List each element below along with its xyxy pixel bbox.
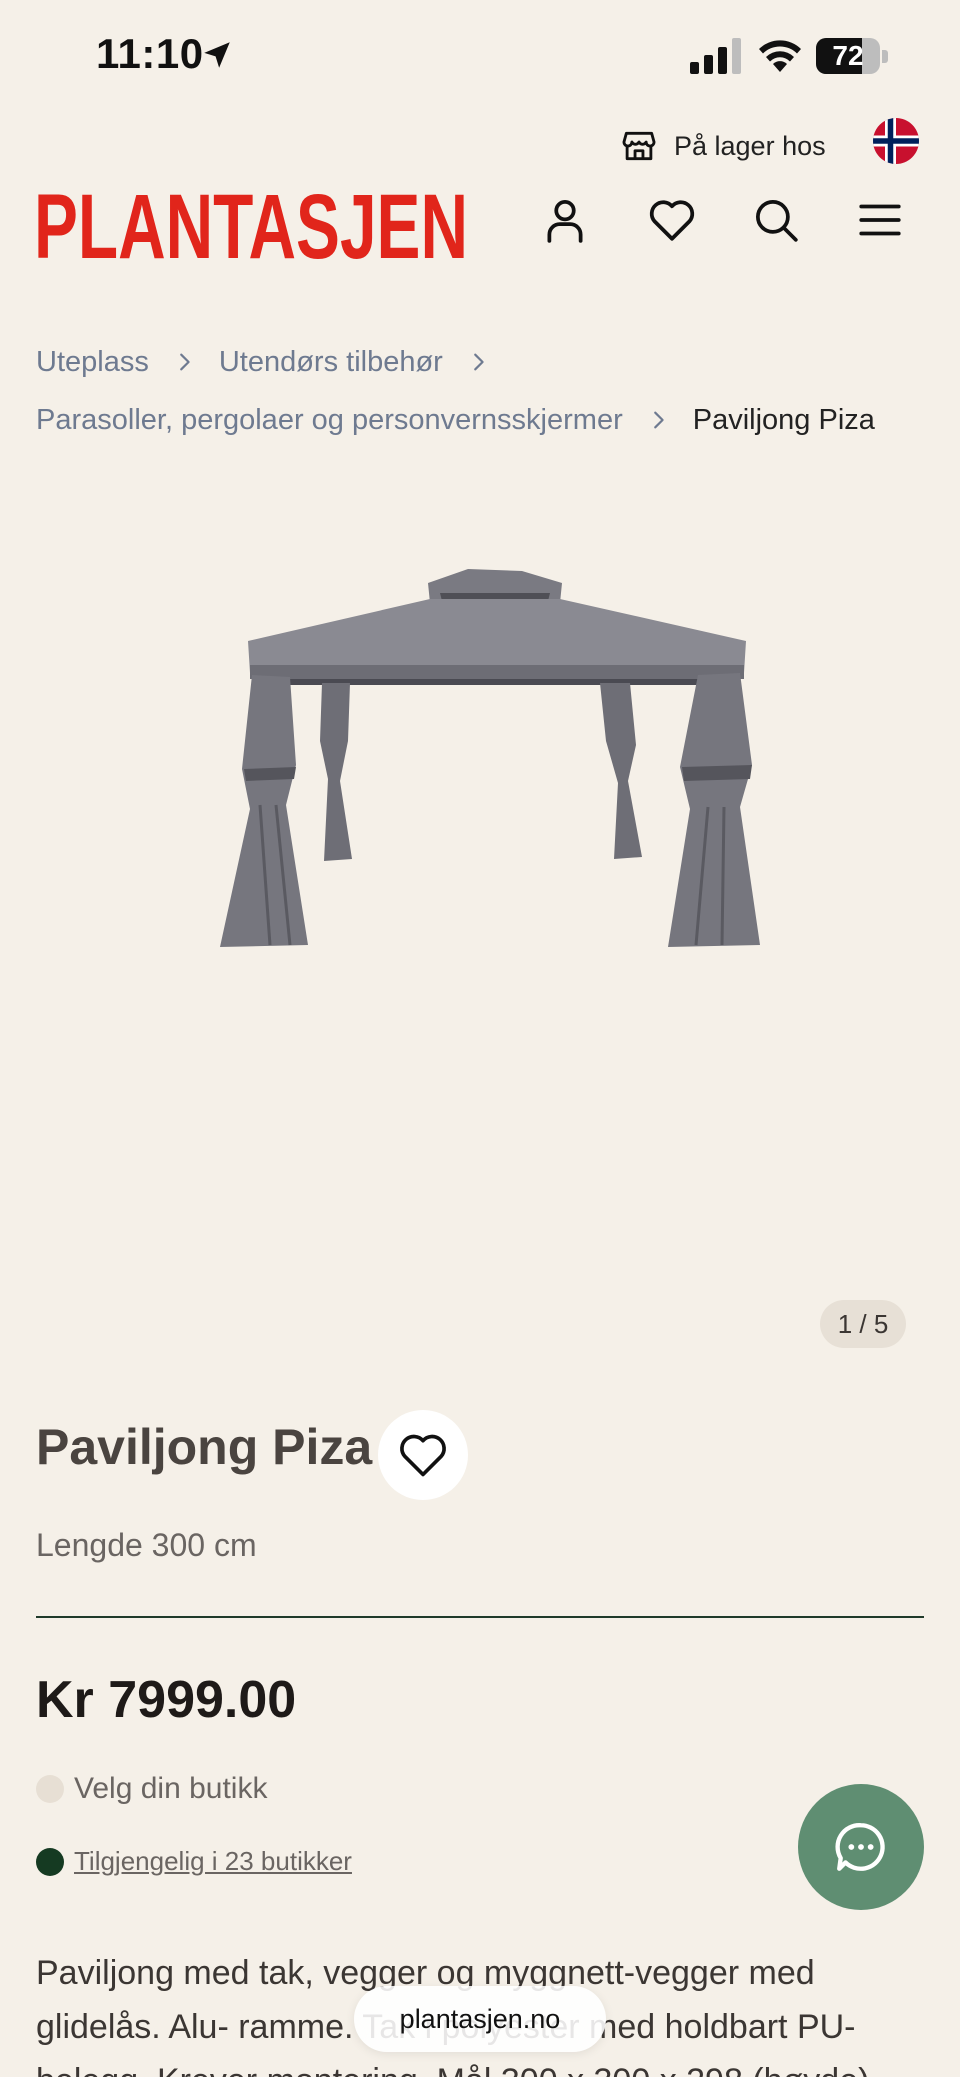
availability-dot: [36, 1847, 64, 1876]
add-to-favorites-button[interactable]: [378, 1410, 468, 1500]
logo-text: PLANTASJEN: [34, 178, 468, 264]
favorites-button[interactable]: [647, 195, 697, 245]
store-link-label: På lager hos: [674, 130, 826, 161]
search-button[interactable]: [751, 195, 801, 245]
product-title: Paviljong Piza: [36, 1419, 373, 1475]
image-counter: 1 / 5: [820, 1300, 906, 1348]
heart-icon: [400, 1434, 446, 1477]
browser-url-bar[interactable]: plantasjen.no: [354, 1986, 606, 2052]
availability-row: Tilgjengelig i 23 butikker: [36, 1846, 352, 1877]
chevron-right-icon: [179, 353, 190, 371]
product-variant: Lengde 300 cm: [36, 1527, 257, 1563]
chevron-right-icon: [653, 411, 664, 429]
chat-bubble-icon: [835, 1823, 885, 1871]
store-status-dot: [36, 1775, 64, 1803]
product-price: Kr 7999.00: [36, 1671, 297, 1729]
breadcrumb-link-utendors-tilbehor[interactable]: Utendørs tilbehør: [219, 346, 443, 379]
product-image[interactable]: [200, 555, 780, 995]
battery-icon: 72: [816, 38, 888, 76]
store-availability-link[interactable]: På lager hos: [620, 124, 826, 168]
status-time: 11:10: [96, 30, 204, 77]
menu-button[interactable]: [855, 195, 905, 245]
status-bar: 11:10 72: [0, 0, 960, 110]
user-icon: [547, 200, 583, 243]
norway-flag-icon[interactable]: [873, 118, 919, 164]
breadcrumb: Uteplass Utendørs tilbehør Parasoller, p…: [36, 340, 936, 456]
chevron-right-icon: [473, 353, 484, 371]
select-store-label: Velg din butikk: [74, 1772, 268, 1805]
wifi-icon: [759, 40, 801, 72]
chat-button[interactable]: [798, 1784, 924, 1910]
location-arrow-icon: [204, 42, 230, 68]
availability-link[interactable]: Tilgjengelig i 23 butikker: [74, 1846, 352, 1877]
breadcrumb-link-uteplass[interactable]: Uteplass: [36, 346, 149, 379]
breadcrumb-current: Paviljong Piza: [692, 403, 875, 436]
select-store-button[interactable]: Velg din butikk: [36, 1772, 267, 1806]
store-icon: [622, 131, 656, 161]
breadcrumb-link-parasoller[interactable]: Parasoller, pergolaer og personvernsskje…: [36, 404, 623, 437]
plantasjen-logo[interactable]: PLANTASJEN: [34, 178, 470, 264]
account-button[interactable]: [540, 195, 590, 245]
divider: [36, 1616, 924, 1618]
battery-percent: 72: [832, 40, 864, 71]
heart-icon: [649, 200, 695, 241]
search-icon: [756, 200, 798, 242]
menu-icon: [859, 204, 901, 236]
cellular-signal-icon: [690, 38, 741, 74]
